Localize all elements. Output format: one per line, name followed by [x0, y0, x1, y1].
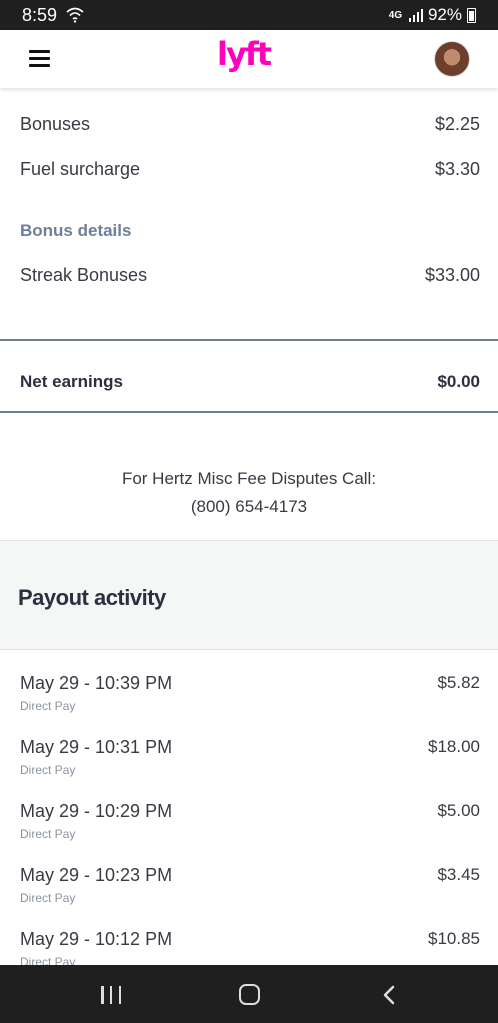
- bonus-row-label: Streak Bonuses: [20, 265, 148, 285]
- payout-date: May 29 - 10:31 PM: [20, 737, 173, 757]
- signal-icon: [408, 8, 423, 22]
- hamburger-menu-icon[interactable]: [29, 50, 50, 67]
- avatar[interactable]: [434, 41, 470, 77]
- payout-date: May 29 - 10:23 PM: [20, 865, 173, 885]
- notice-phone[interactable]: (800) 654-4173: [0, 493, 498, 521]
- earnings-row-value: $2.25: [434, 114, 480, 134]
- earnings-row: Bonuses $2.25: [20, 114, 480, 135]
- divider: [0, 339, 498, 341]
- net-earnings-row: Net earnings $0.00: [20, 372, 480, 392]
- earnings-row: Fuel surcharge $3.30: [20, 159, 480, 180]
- hertz-notice: For Hertz Misc Fee Disputes Call: (800) …: [0, 465, 498, 521]
- net-earnings-value: $0.00: [437, 372, 480, 391]
- bonus-row: Streak Bonuses $33.00: [20, 265, 480, 286]
- payout-item[interactable]: May 29 - 10:23 PM $3.45 Direct Pay: [20, 865, 480, 925]
- payout-method: Direct Pay: [20, 763, 76, 777]
- payout-activity-title: Payout activity: [18, 585, 166, 610]
- payout-amount: $10.85: [428, 929, 480, 948]
- home-icon[interactable]: [239, 984, 260, 1005]
- payout-method: Direct Pay: [20, 699, 76, 713]
- payout-item[interactable]: May 29 - 10:29 PM $5.00 Direct Pay: [20, 801, 480, 861]
- earnings-row-value: $3.30: [434, 159, 480, 179]
- back-icon[interactable]: [381, 985, 397, 1005]
- payout-date: May 29 - 10:29 PM: [20, 801, 173, 821]
- earnings-row-label: Bonuses: [20, 114, 91, 134]
- payout-amount: $3.45: [437, 865, 480, 884]
- payout-date: May 29 - 10:12 PM: [20, 929, 173, 949]
- payout-item[interactable]: May 29 - 10:31 PM $18.00 Direct Pay: [20, 737, 480, 797]
- earnings-row-label: Fuel surcharge: [20, 159, 141, 179]
- payout-item[interactable]: May 29 - 10:39 PM $5.82 Direct Pay: [20, 673, 480, 733]
- payout-amount: $5.82: [437, 673, 480, 692]
- recent-apps-icon[interactable]: [101, 986, 121, 1004]
- payout-amount: $18.00: [428, 737, 480, 756]
- payout-date: May 29 - 10:39 PM: [20, 673, 173, 693]
- status-time: 8:59: [22, 5, 58, 25]
- battery-icon: [467, 7, 476, 23]
- network-type: 4G: [388, 9, 403, 21]
- android-nav-bar: [0, 965, 498, 1023]
- payout-method: Direct Pay: [20, 827, 76, 841]
- wifi-icon: [66, 7, 84, 23]
- bonus-row-value: $33.00: [424, 265, 480, 285]
- notice-text: For Hertz Misc Fee Disputes Call:: [121, 469, 377, 488]
- battery-percentage: 92%: [427, 5, 462, 24]
- status-bar: 8:59 4G 92%: [0, 0, 498, 30]
- status-indicators: 4G 92%: [387, 4, 476, 26]
- divider: [0, 411, 498, 413]
- payout-method: Direct Pay: [20, 891, 76, 905]
- payout-header: Payout activity: [0, 540, 498, 650]
- bonus-details-title: Bonus details: [20, 221, 132, 240]
- net-earnings-label: Net earnings: [20, 372, 123, 391]
- lyft-logo[interactable]: lyft: [217, 37, 272, 77]
- app-header: lyft: [0, 30, 498, 88]
- payout-amount: $5.00: [437, 801, 480, 820]
